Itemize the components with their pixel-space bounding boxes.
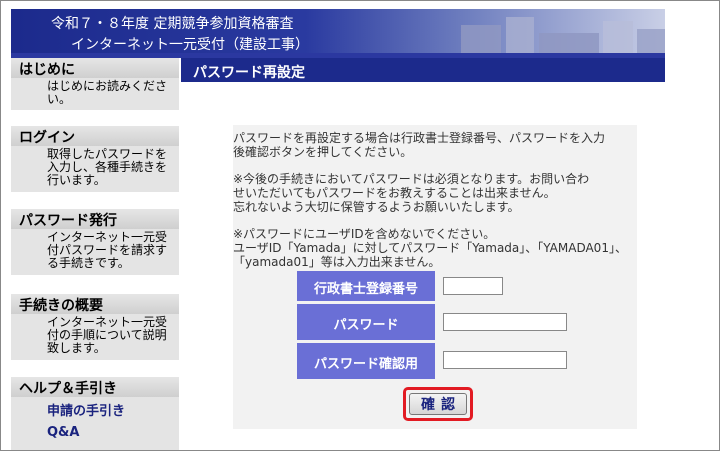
intro-text-line1: パスワードを再設定する場合は行政書士登録番号、パスワードを入力 — [233, 131, 606, 145]
banner-building-graphic — [506, 17, 534, 55]
note-userid-line1: ※パスワードにユーザIDを含めないでください。 — [233, 227, 496, 241]
sidebar-section-desc: インターネット一元受付パスワードを請求する手続きです。 — [11, 229, 179, 275]
sidebar-link-faq[interactable]: Q&A — [11, 419, 179, 440]
sidebar-section-desc: 取得したパスワードを入力し、各種手続きを行います。 — [11, 146, 179, 192]
note-password-required-line1: ※今後の手続きにおいてパスワードは必須となります。お問い合わ — [233, 172, 590, 186]
intro-text-line2: 後確認ボタンを押してください。 — [233, 145, 413, 159]
header-title-line1: 令和７・８年度 定期競争参加資格審査 — [51, 16, 294, 32]
reg-number-label: 行政書士登録番号 — [297, 271, 435, 301]
sidebar-section-password-issue[interactable]: パスワード発行 インターネット一元受付パスワードを請求する手続きです。 — [11, 209, 179, 275]
sidebar-section-title[interactable]: はじめに — [11, 58, 179, 78]
form-panel — [233, 125, 637, 429]
sidebar: はじめに はじめにお読みください。 ログイン 取得したパスワードを入力し、各種手… — [11, 58, 179, 450]
password-confirm-label: パスワード確認用 — [297, 343, 435, 379]
note-userid-line3: 「yamada01」等は入力出来ません。 — [233, 255, 441, 269]
sidebar-section-help: ヘルプ＆手引き 申請の手引き Q&A — [11, 377, 179, 450]
header-title-line2: インターネット一元受付（建設工事） — [71, 37, 309, 53]
banner-building-graphic — [637, 29, 665, 55]
password-input[interactable] — [443, 313, 567, 331]
reg-number-input[interactable] — [443, 277, 503, 295]
sidebar-section-title[interactable]: ログイン — [11, 126, 179, 146]
note-password-required-line3: 忘れないよう大切に保管するようお願いいたします。 — [233, 200, 520, 214]
sidebar-section-overview[interactable]: 手続きの概要 インターネット一元受付の手順について説明致します。 — [11, 294, 179, 360]
sidebar-section-title: ヘルプ＆手引き — [11, 377, 179, 397]
confirm-button-highlight: 確認 — [403, 387, 473, 421]
sidebar-section-title[interactable]: パスワード発行 — [11, 209, 179, 229]
sidebar-link-manual[interactable]: 申請の手引き — [11, 397, 179, 419]
password-confirm-input[interactable] — [443, 351, 567, 369]
banner-building-graphic — [603, 21, 633, 55]
sidebar-section-intro[interactable]: はじめに はじめにお読みください。 — [11, 58, 179, 110]
sidebar-section-desc: インターネット一元受付の手順について説明致します。 — [11, 314, 179, 360]
password-label: パスワード — [297, 304, 435, 340]
header-banner: 令和７・８年度 定期競争参加資格審査 インターネット一元受付（建設工事） — [11, 9, 665, 55]
sidebar-section-desc: はじめにお読みください。 — [11, 78, 179, 110]
banner-building-graphic — [539, 33, 599, 55]
sidebar-section-login[interactable]: ログイン 取得したパスワードを入力し、各種手続きを行います。 — [11, 126, 179, 192]
page-title: パスワード再設定 — [181, 58, 665, 82]
confirm-button[interactable]: 確認 — [409, 393, 467, 415]
note-userid-line2: ユーザID「Yamada」に対してパスワード「Yamada」、「YAMADA01… — [233, 241, 627, 255]
note-password-required-line2: せいただいてもパスワードをお教えすることは出来ません。 — [233, 186, 556, 200]
page-frame: 令和７・８年度 定期競争参加資格審査 インターネット一元受付（建設工事） はじめ… — [0, 0, 720, 451]
banner-building-graphic — [461, 25, 501, 55]
sidebar-section-title[interactable]: 手続きの概要 — [11, 294, 179, 314]
